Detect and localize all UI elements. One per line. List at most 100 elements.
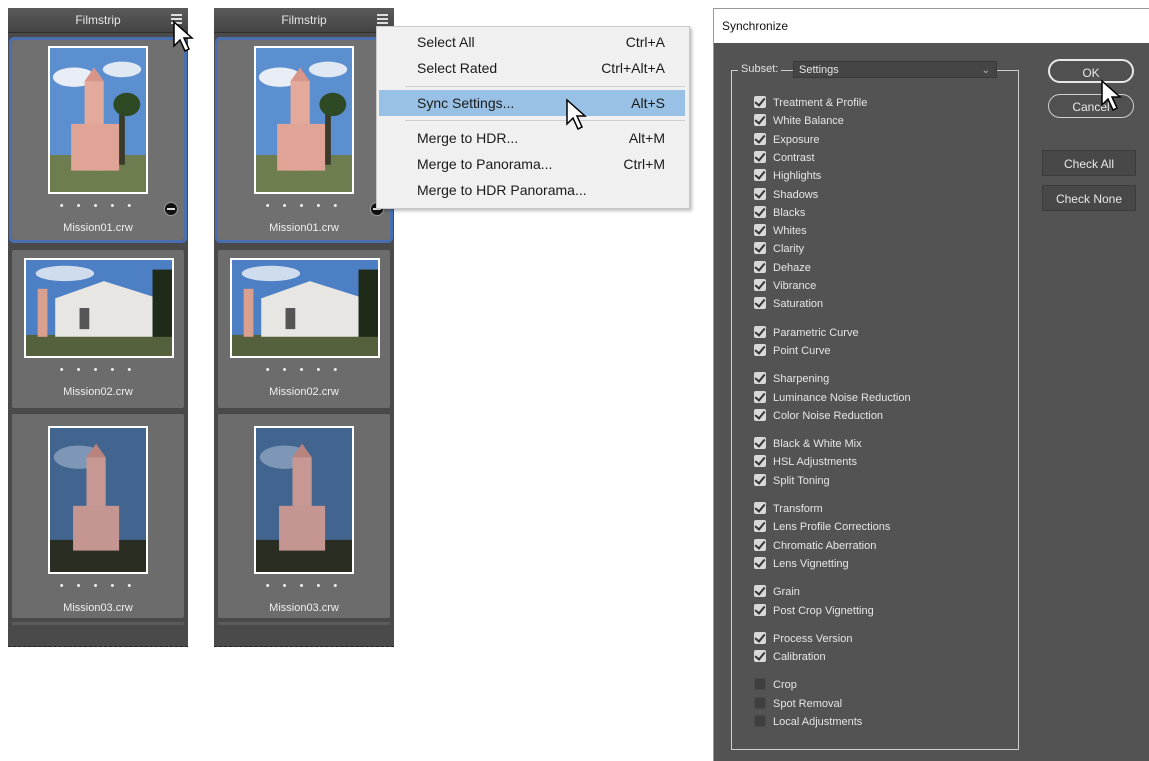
menu-item-select-all[interactable]: Select All Ctrl+A (379, 29, 685, 55)
menu-item-sync-settings[interactable]: Sync Settings... Alt+S (379, 90, 685, 116)
filename-label: Mission03.crw (63, 602, 133, 614)
checkbox-checked-icon[interactable] (754, 437, 766, 450)
checkbox-checked-icon[interactable] (754, 408, 766, 421)
menu-item-merge-panorama[interactable]: Merge to Panorama... Ctrl+M (379, 151, 685, 177)
filmstrip-panel-right: Filmstrip • • • • • Mission01.crw • • • … (214, 8, 394, 647)
menu-item-merge-hdr-panorama[interactable]: Merge to HDR Panorama... (379, 177, 685, 203)
filmstrip-item[interactable]: • • • • • Mission01.crw (9, 37, 187, 243)
synchronize-dialog: Synchronize Subset: Settings ⌄ Treatment… (713, 8, 1149, 761)
checkbox-checked-icon[interactable] (754, 96, 766, 108)
setting-label: Lens Vignetting (773, 557, 849, 570)
rating-dots[interactable]: • • • • • (218, 580, 390, 592)
thumbnail-image (48, 46, 148, 194)
checkbox-checked-icon[interactable] (754, 224, 766, 237)
checkbox-checked-icon[interactable] (754, 603, 766, 616)
checkbox-unchecked-icon[interactable] (754, 715, 766, 727)
menu-item-shortcut: Ctrl+Alt+A (601, 60, 665, 76)
divider (12, 622, 184, 625)
checkbox-checked-icon[interactable] (754, 242, 766, 255)
checkbox-checked-icon[interactable] (754, 205, 766, 218)
setting-label: Highlights (773, 170, 822, 183)
cancel-button[interactable]: Cancel (1048, 94, 1134, 118)
checkbox-checked-icon[interactable] (754, 585, 766, 598)
checkbox-checked-icon[interactable] (754, 538, 766, 551)
checkbox-checked-icon[interactable] (754, 132, 766, 145)
setting-label: Luminance Noise Reduction (773, 391, 911, 404)
checkbox-checked-icon[interactable] (754, 260, 766, 273)
checkbox-checked-icon[interactable] (754, 325, 766, 338)
checkbox-checked-icon[interactable] (754, 455, 766, 468)
setting-label: Dehaze (773, 261, 811, 274)
filmstrip-item[interactable]: • • • • • Mission01.crw (215, 37, 393, 243)
subset-label: Subset: (738, 63, 782, 75)
setting-label: Vibrance (773, 280, 817, 292)
subset-value: Settings (799, 64, 839, 76)
rating-dots[interactable]: • • • • • (218, 364, 390, 376)
setting-label: Color Noise Reduction (773, 409, 884, 422)
menu-item-label: Select All (417, 34, 475, 50)
menu-item-shortcut: Alt+S (631, 95, 665, 111)
setting-label: Blacks (773, 206, 806, 219)
checkbox-checked-icon[interactable] (754, 279, 766, 291)
setting-label: Local Adjustments (773, 716, 863, 728)
rating-dots[interactable]: • • • • • (12, 364, 184, 376)
menu-item-select-rated[interactable]: Select Rated Ctrl+Alt+A (379, 55, 685, 81)
checkbox-checked-icon[interactable] (754, 631, 766, 644)
thumbnail-image (24, 258, 174, 358)
thumbnail-image (254, 46, 354, 194)
filmstrip-item[interactable]: • • • • • Mission03.crw (218, 414, 390, 618)
filmstrip-context-menu: Select All Ctrl+A Select Rated Ctrl+Alt+… (376, 26, 690, 209)
menu-item-shortcut: Ctrl+M (623, 156, 665, 172)
menu-separator (405, 120, 685, 121)
menu-item-label: Merge to HDR Panorama... (417, 182, 587, 198)
settings-badge-icon (164, 202, 178, 216)
setting-label: Parametric Curve (773, 326, 859, 339)
filmstrip-item[interactable]: • • • • • Mission03.crw (12, 414, 184, 618)
filmstrip-item[interactable]: • • • • • Mission02.crw (12, 250, 184, 408)
rating-dots[interactable]: • • • • • (12, 580, 184, 592)
setting-label: Saturation (773, 298, 824, 311)
setting-label: Spot Removal (773, 697, 843, 710)
filename-label: Mission02.crw (63, 386, 133, 398)
setting-label: Process Version (773, 632, 853, 645)
checkbox-checked-icon[interactable] (754, 473, 766, 486)
checkbox-checked-icon[interactable] (754, 297, 766, 310)
checkbox-checked-icon[interactable] (754, 556, 766, 569)
panel-menu-icon[interactable] (377, 14, 388, 24)
thumbnail-image (48, 426, 148, 574)
menu-item-label: Merge to Panorama... (417, 156, 553, 172)
menu-item-merge-hdr[interactable]: Merge to HDR... Alt+M (379, 125, 685, 151)
rating-dots[interactable]: • • • • • (218, 200, 390, 212)
checkbox-checked-icon[interactable] (754, 372, 766, 385)
checkbox-checked-icon[interactable] (754, 343, 766, 356)
thumbnail-image (230, 258, 380, 358)
checkbox-checked-icon[interactable] (754, 114, 766, 127)
setting-label: Treatment & Profile (773, 97, 868, 109)
subset-dropdown[interactable]: Settings ⌄ (793, 61, 997, 78)
setting-label: White Balance (773, 115, 844, 128)
setting-label: Grain (773, 586, 800, 599)
checkbox-checked-icon[interactable] (754, 502, 766, 514)
menu-item-label: Sync Settings... (417, 95, 515, 111)
check-none-button[interactable]: Check None (1042, 185, 1136, 211)
checkbox-checked-icon[interactable] (754, 169, 766, 182)
filmstrip-item[interactable]: • • • • • Mission02.crw (218, 250, 390, 408)
setting-label: HSL Adjustments (773, 456, 857, 469)
setting-label: Post Crop Vignetting (773, 604, 874, 617)
checkbox-checked-icon[interactable] (754, 150, 766, 163)
rating-dots[interactable]: • • • • • (12, 200, 184, 212)
ok-button[interactable]: OK (1048, 59, 1134, 83)
checkbox-unchecked-icon[interactable] (754, 678, 766, 691)
check-all-button[interactable]: Check All (1042, 150, 1136, 176)
setting-label: Exposure (773, 133, 820, 146)
checkbox-checked-icon[interactable] (754, 390, 766, 403)
checkbox-unchecked-icon[interactable] (754, 696, 766, 709)
panel-menu-icon[interactable] (171, 14, 182, 24)
filmstrip-panel-left: Filmstrip • • • • • Mission01.crw • • • … (8, 8, 188, 647)
checkbox-checked-icon[interactable] (754, 650, 766, 663)
setting-label: Point Curve (773, 344, 831, 357)
checkbox-checked-icon[interactable] (754, 187, 766, 200)
checkbox-checked-icon[interactable] (754, 520, 766, 533)
setting-label: Sharpening (773, 373, 830, 386)
filename-label: Mission01.crw (63, 222, 133, 234)
